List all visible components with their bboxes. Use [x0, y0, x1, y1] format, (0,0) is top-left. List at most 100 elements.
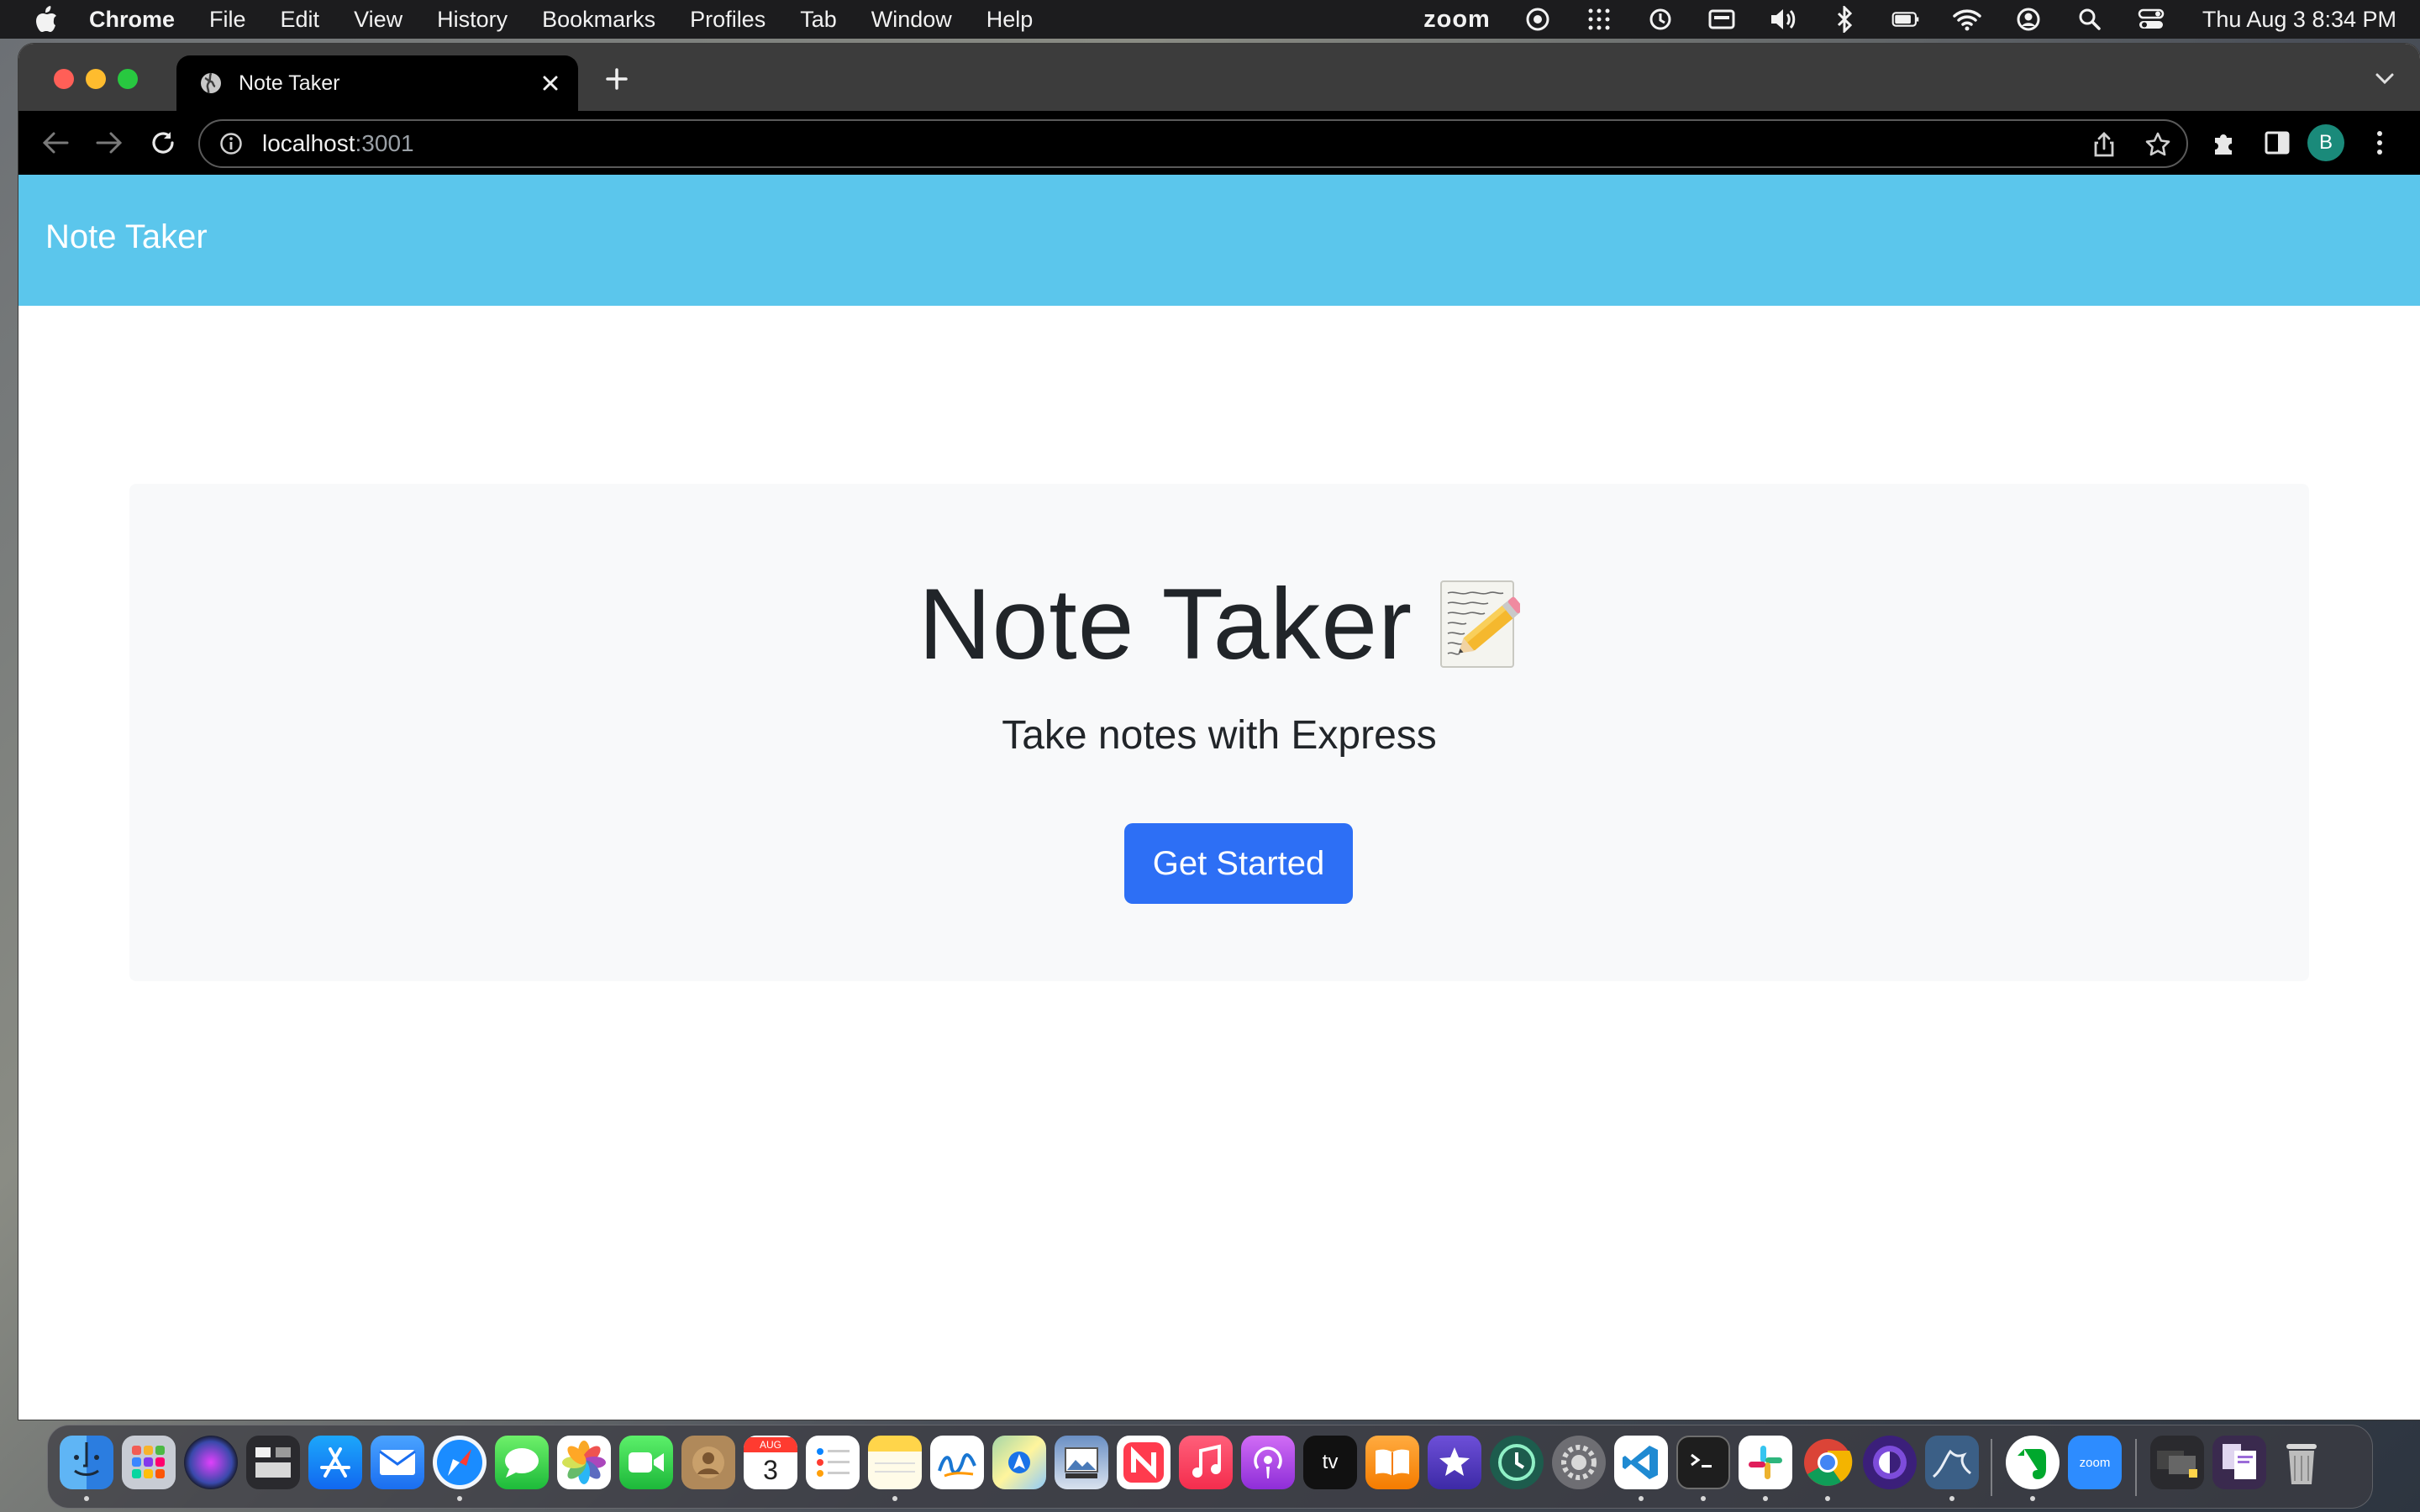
window-minimize-button[interactable]: [86, 69, 106, 89]
menu-help[interactable]: Help: [986, 7, 1034, 33]
tab-search-chevron-icon[interactable]: [2368, 62, 2402, 96]
books-icon[interactable]: [1365, 1436, 1419, 1489]
imovie-icon[interactable]: [1428, 1436, 1481, 1489]
forward-arrow-icon[interactable]: [92, 126, 126, 160]
share-icon[interactable]: [2089, 129, 2119, 160]
mysql-workbench-icon[interactable]: [1925, 1436, 1979, 1489]
wifi-icon[interactable]: [1953, 5, 1981, 34]
zoom-app-icon[interactable]: zoom: [2068, 1436, 2122, 1489]
tab-close-icon[interactable]: [536, 69, 565, 97]
globe-icon: [198, 71, 224, 96]
downloads-stack-icon[interactable]: [2212, 1436, 2266, 1489]
menu-view[interactable]: View: [354, 7, 402, 33]
mail-icon[interactable]: [371, 1436, 424, 1489]
menu-edit[interactable]: Edit: [281, 7, 320, 33]
maps-icon[interactable]: [992, 1436, 1046, 1489]
time-machine-app-icon[interactable]: [1490, 1436, 1544, 1489]
siri-icon[interactable]: [184, 1436, 238, 1489]
launchpad-icon[interactable]: [122, 1436, 176, 1489]
vscode-icon[interactable]: [1614, 1436, 1668, 1489]
music-icon[interactable]: [1179, 1436, 1233, 1489]
profile-avatar[interactable]: B: [2307, 124, 2344, 161]
web-page: Note Taker Note Taker Take notes with Ex…: [18, 175, 2420, 1420]
keyboard-input-icon[interactable]: [1707, 5, 1736, 34]
menu-bar-clock[interactable]: Thu Aug 3 8:34 PM: [2202, 7, 2396, 33]
bluetooth-icon[interactable]: [1830, 5, 1859, 34]
more-menu-kebab-icon[interactable]: [2363, 126, 2396, 160]
tor-browser-icon[interactable]: [1863, 1436, 1917, 1489]
new-tab-plus-icon[interactable]: [600, 62, 634, 96]
volume-icon[interactable]: [1769, 5, 1797, 34]
memo-pencil-emoji-icon: [1438, 578, 1524, 670]
apple-tv-label: tv: [1322, 1451, 1339, 1473]
notes-icon[interactable]: [868, 1436, 922, 1489]
running-indicator: [1763, 1496, 1768, 1501]
url-host: localhost: [262, 130, 355, 156]
control-center-icon[interactable]: [2137, 5, 2165, 34]
menu-bookmarks[interactable]: Bookmarks: [542, 7, 655, 33]
grid-dots-icon[interactable]: [1585, 5, 1613, 34]
messages-icon[interactable]: [495, 1436, 549, 1489]
calendar-icon[interactable]: AUG 3: [744, 1436, 797, 1489]
menu-tab[interactable]: Tab: [800, 7, 837, 33]
menu-file[interactable]: File: [209, 7, 246, 33]
zoom-status-item[interactable]: zoom: [1423, 6, 1491, 34]
menu-window[interactable]: Window: [871, 7, 952, 33]
contacts-icon[interactable]: [681, 1436, 735, 1489]
calendar-month: AUG: [744, 1437, 797, 1452]
trash-icon[interactable]: [2275, 1436, 2328, 1489]
screen-record-icon[interactable]: [1523, 5, 1552, 34]
hero-subtitle: Take notes with Express: [1002, 713, 1437, 758]
running-indicator: [1639, 1496, 1644, 1501]
photos-icon[interactable]: [557, 1436, 611, 1489]
running-indicator: [892, 1496, 897, 1501]
facetime-icon[interactable]: [619, 1436, 673, 1489]
reload-icon[interactable]: [146, 126, 180, 160]
apple-menu-icon[interactable]: [32, 5, 60, 34]
extensions-puzzle-icon[interactable]: [2207, 126, 2240, 160]
running-indicator: [1825, 1496, 1830, 1501]
menu-app-chrome[interactable]: Chrome: [89, 7, 175, 33]
freeform-icon[interactable]: [930, 1436, 984, 1489]
browser-toolbar: localhost:3001 B: [18, 111, 2420, 175]
dock-separator: [1991, 1439, 1992, 1496]
apple-tv-icon[interactable]: tv: [1303, 1436, 1357, 1489]
site-info-icon[interactable]: [217, 129, 245, 158]
menu-history[interactable]: History: [437, 7, 508, 33]
app-store-icon[interactable]: [308, 1436, 362, 1489]
bookmark-star-icon[interactable]: [2143, 129, 2173, 160]
window-fullscreen-button[interactable]: [118, 69, 138, 89]
podcasts-icon[interactable]: [1241, 1436, 1295, 1489]
hero-title-row: Note Taker: [129, 566, 2309, 682]
evernote-icon[interactable]: [2006, 1436, 2060, 1489]
reminders-icon[interactable]: [806, 1436, 860, 1489]
tab-title: Note Taker: [239, 71, 340, 95]
menu-bar-status-area: zoom Thu Aug 3 8:34 PM: [1423, 0, 2396, 39]
macos-dock: AUG 3 tv zoom: [47, 1425, 2373, 1509]
news-icon[interactable]: [1117, 1436, 1171, 1489]
window-close-button[interactable]: [54, 69, 74, 89]
slack-icon[interactable]: [1739, 1436, 1792, 1489]
battery-icon[interactable]: [1891, 5, 1920, 34]
side-panel-icon[interactable]: [2260, 126, 2294, 160]
chrome-window: Note Taker localhost:3001 B Note Taker …: [18, 44, 2420, 1420]
browser-tab-active[interactable]: Note Taker: [176, 55, 578, 111]
navbar-brand-link[interactable]: Note Taker: [45, 218, 208, 256]
safari-icon[interactable]: [433, 1436, 487, 1489]
mission-control-icon[interactable]: [246, 1436, 300, 1489]
back-arrow-icon[interactable]: [39, 126, 72, 160]
terminal-icon[interactable]: [1676, 1436, 1730, 1489]
finder-icon[interactable]: [60, 1436, 113, 1489]
chrome-icon[interactable]: [1801, 1436, 1854, 1489]
recent-documents-icon[interactable]: [2150, 1436, 2204, 1489]
running-indicator: [1701, 1496, 1706, 1501]
address-bar[interactable]: localhost:3001: [198, 119, 2188, 168]
spotlight-search-icon[interactable]: [2075, 5, 2104, 34]
time-machine-icon[interactable]: [1646, 5, 1675, 34]
user-account-icon[interactable]: [2014, 5, 2043, 34]
get-started-button[interactable]: Get Started: [1124, 823, 1353, 904]
system-settings-icon[interactable]: [1552, 1436, 1606, 1489]
macos-menu-bar: Chrome File Edit View History Bookmarks …: [0, 0, 2420, 39]
menu-profiles[interactable]: Profiles: [690, 7, 765, 33]
preview-icon[interactable]: [1055, 1436, 1108, 1489]
